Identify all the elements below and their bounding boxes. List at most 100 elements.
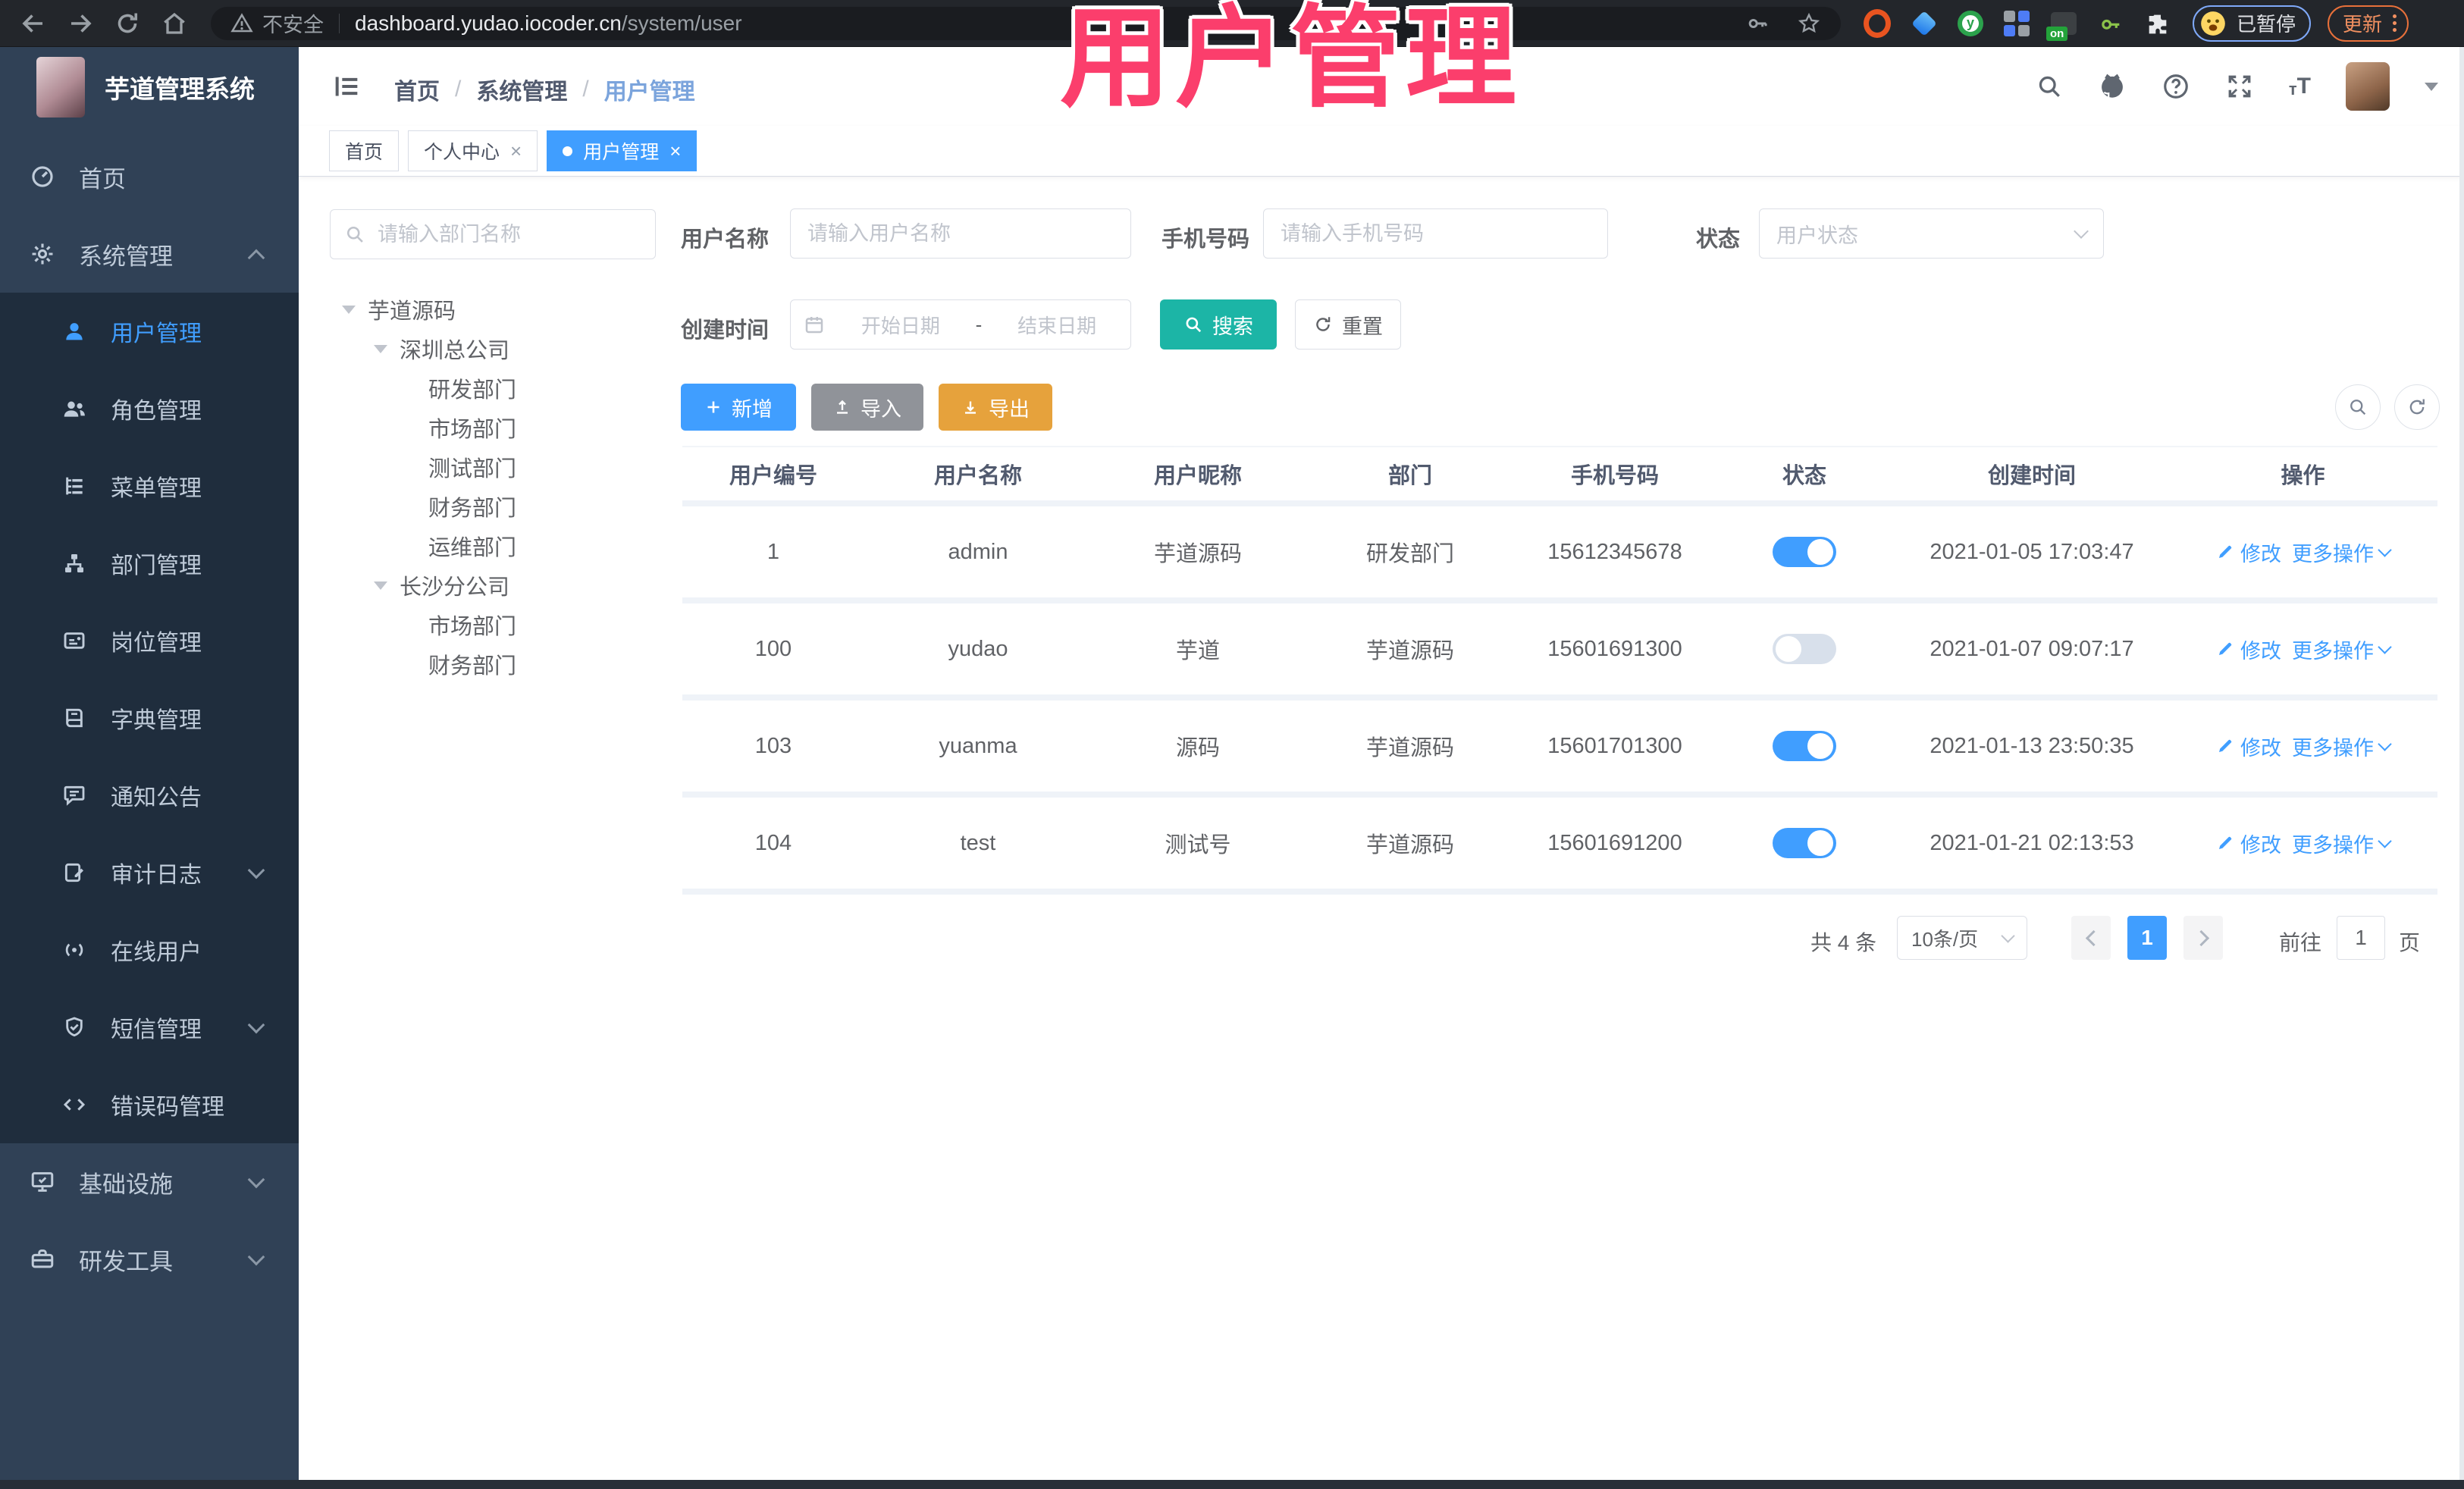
bookmark-star-icon[interactable] xyxy=(1797,11,1821,36)
add-button[interactable]: 新增 xyxy=(681,384,796,431)
security-label[interactable]: 不安全 xyxy=(262,8,324,38)
sidebar-item-position-management[interactable]: 岗位管理 xyxy=(0,602,299,679)
tab-profile[interactable]: 个人中心 × xyxy=(408,130,538,171)
current-page[interactable]: 1 xyxy=(2127,916,2167,960)
sidebar-item-menu-management[interactable]: 菜单管理 xyxy=(0,447,299,525)
tree-caret-icon[interactable] xyxy=(374,581,387,590)
avatar-caret-icon[interactable] xyxy=(2425,82,2438,91)
edit-link[interactable]: 修改 xyxy=(2216,635,2281,664)
page-size-select[interactable]: 10条/页 xyxy=(1897,916,2027,960)
forward-icon[interactable] xyxy=(67,10,94,37)
tree-node[interactable]: 芋道源码 xyxy=(330,290,663,329)
tree-node[interactable]: 财务部门 xyxy=(330,644,663,684)
import-button[interactable]: 导入 xyxy=(811,384,923,431)
search-button[interactable]: 搜索 xyxy=(1160,299,1277,350)
more-actions-link[interactable]: 更多操作 xyxy=(2292,732,2392,761)
edit-link[interactable]: 修改 xyxy=(2216,732,2281,761)
goto-page-input[interactable] xyxy=(2337,916,2385,960)
edit-link[interactable]: 修改 xyxy=(2216,829,2281,858)
tree-node[interactable]: 测试部门 xyxy=(330,447,663,487)
app-logo-row[interactable]: 芋道管理系统 xyxy=(0,47,299,127)
profile-chip[interactable]: 已暂停 xyxy=(2193,5,2312,42)
sidebar-item-sms-management[interactable]: 短信管理 xyxy=(0,989,299,1066)
breadcrumb-home[interactable]: 首页 xyxy=(394,73,440,106)
edit-link[interactable]: 修改 xyxy=(2216,538,2281,567)
status-toggle[interactable] xyxy=(1773,634,1836,664)
extension-grid-icon[interactable] xyxy=(2003,10,2030,37)
sidebar-menu: 首页 系统管理 用户管理 角色管理 菜单管理 部门管理 岗位管理 字典管理 通知… xyxy=(0,127,299,1298)
tab-user-management[interactable]: 用户管理 × xyxy=(547,130,698,171)
sidebar-item-error-code-management[interactable]: 错误码管理 xyxy=(0,1066,299,1143)
search-icon xyxy=(1186,317,1202,333)
fullscreen-icon[interactable] xyxy=(2225,72,2254,101)
sidebar-item-notice-announcement[interactable]: 通知公告 xyxy=(0,757,299,834)
status-toggle[interactable] xyxy=(1773,731,1836,761)
address-bar[interactable]: 不安全 dashboard.yudao.iocoder.cn /system/u… xyxy=(211,6,1841,40)
status-toggle[interactable] xyxy=(1773,828,1836,858)
puzzle-icon[interactable] xyxy=(2144,10,2171,37)
date-start-placeholder[interactable]: 开始日期 xyxy=(839,311,962,339)
tree-node[interactable]: 财务部门 xyxy=(330,487,663,526)
tree-node[interactable]: 市场部门 xyxy=(330,408,663,447)
username-input[interactable] xyxy=(790,208,1131,259)
back-icon[interactable] xyxy=(20,10,47,37)
more-actions-link[interactable]: 更多操作 xyxy=(2292,829,2392,858)
sidebar-item-role-management[interactable]: 角色管理 xyxy=(0,370,299,447)
font-size-icon[interactable]: тT xyxy=(2289,74,2311,99)
breadcrumb-system[interactable]: 系统管理 xyxy=(476,73,567,106)
tree-node[interactable]: 运维部门 xyxy=(330,526,663,566)
tree-node[interactable]: 研发部门 xyxy=(330,368,663,408)
tree-node[interactable]: 长沙分公司 xyxy=(330,566,663,605)
mobile-label: 手机号码 xyxy=(1161,227,1250,252)
home-icon[interactable] xyxy=(161,10,188,37)
github-icon[interactable] xyxy=(2098,72,2127,101)
tree-caret-icon[interactable] xyxy=(342,305,356,314)
sidebar-item-dev-tools[interactable]: 研发工具 xyxy=(0,1221,299,1298)
extension-key-icon[interactable] xyxy=(2097,10,2124,37)
password-key-icon[interactable] xyxy=(1745,11,1770,36)
tree-node[interactable]: 深圳总公司 xyxy=(330,329,663,368)
url-path: /system/user xyxy=(621,11,742,35)
sidebar-item-infrastructure[interactable]: 基础设施 xyxy=(0,1143,299,1221)
mobile-input[interactable] xyxy=(1263,208,1608,259)
sidebar-item-online-users[interactable]: 在线用户 xyxy=(0,911,299,989)
tab-home[interactable]: 首页 xyxy=(329,130,400,171)
reset-button[interactable]: 重置 xyxy=(1295,299,1401,350)
sidebar-item-dictionary-management[interactable]: 字典管理 xyxy=(0,679,299,757)
reload-icon[interactable] xyxy=(114,10,141,37)
more-actions-link[interactable]: 更多操作 xyxy=(2292,538,2392,567)
sidebar-item-audit-log[interactable]: 审计日志 xyxy=(0,834,299,911)
next-page-button[interactable] xyxy=(2183,916,2223,960)
tree-node[interactable]: 市场部门 xyxy=(330,605,663,644)
help-icon[interactable] xyxy=(2161,72,2190,101)
prev-page-button[interactable] xyxy=(2071,916,2111,960)
sidebar-item-user-management[interactable]: 用户管理 xyxy=(0,293,299,370)
extension-orange-icon[interactable] xyxy=(1864,8,1891,38)
close-icon[interactable]: × xyxy=(510,141,522,161)
status-select[interactable]: 用户状态 xyxy=(1759,208,2104,259)
chevron-down-icon xyxy=(2001,929,2015,943)
search-icon[interactable] xyxy=(2036,73,2063,100)
scrollbar[interactable] xyxy=(2459,47,2464,1480)
create-time-label: 创建时间 xyxy=(681,318,770,343)
status-toggle[interactable] xyxy=(1773,537,1836,567)
extension-green-icon[interactable]: y xyxy=(1958,10,1983,36)
close-icon[interactable]: × xyxy=(669,141,681,161)
sidebar-item-home[interactable]: 首页 xyxy=(0,138,299,215)
hamburger-icon[interactable] xyxy=(332,71,362,102)
date-range-picker[interactable]: 开始日期 - 结束日期 xyxy=(790,299,1131,350)
show-search-button[interactable] xyxy=(2335,384,2381,430)
more-actions-link[interactable]: 更多操作 xyxy=(2292,635,2392,664)
user-avatar[interactable] xyxy=(2346,62,2390,111)
dept-search-input[interactable] xyxy=(376,221,641,247)
export-button[interactable]: 导出 xyxy=(939,384,1052,431)
extension-switch-icon[interactable]: on xyxy=(2046,10,2077,41)
date-end-placeholder[interactable]: 结束日期 xyxy=(995,311,1118,339)
tree-caret-icon[interactable] xyxy=(374,344,387,353)
sidebar-item-system-management[interactable]: 系统管理 xyxy=(0,215,299,293)
browser-menu-update[interactable]: 更新 xyxy=(2328,5,2409,42)
extension-gem-icon[interactable] xyxy=(1911,10,1938,37)
refresh-table-button[interactable] xyxy=(2394,384,2440,430)
sidebar-item-department-management[interactable]: 部门管理 xyxy=(0,525,299,602)
kebab-menu-icon[interactable] xyxy=(2393,14,2397,32)
